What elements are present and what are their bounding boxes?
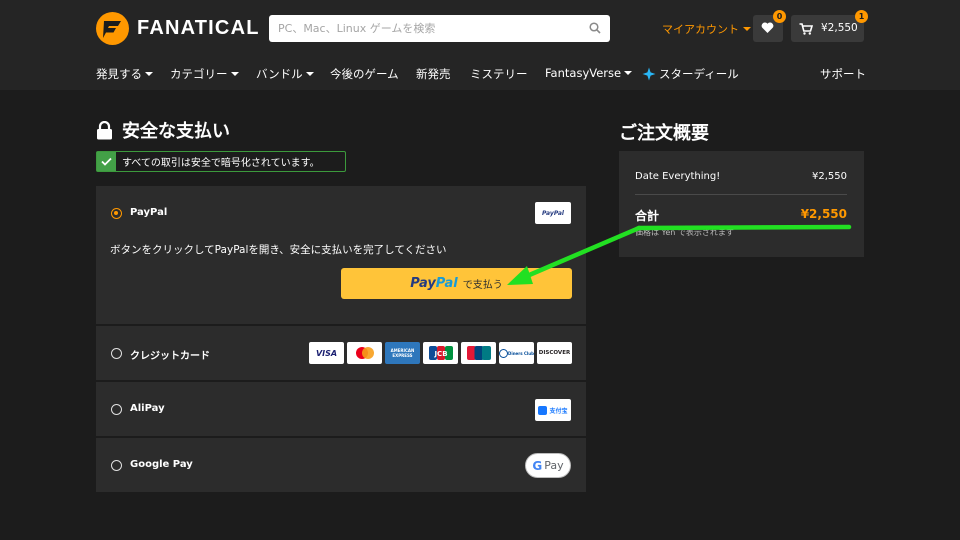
- discover-icon: DISCOVER: [537, 342, 572, 364]
- nav-label: カテゴリー: [170, 67, 228, 81]
- nav-item-support[interactable]: サポート: [820, 66, 866, 82]
- card-label: VISA: [315, 348, 338, 358]
- chevron-down-icon: [743, 27, 751, 31]
- nav-label: バンドル: [256, 67, 303, 81]
- google-pay-word: Pay: [544, 459, 564, 472]
- paypal-word-part: Pal: [435, 276, 458, 291]
- payment-option-google-pay[interactable]: Google Pay G Pay: [96, 438, 586, 492]
- secure-notice-text: すべての取引は安全で暗号化されています。: [122, 158, 320, 169]
- paypal-logo: PayPal: [535, 202, 571, 224]
- account-menu[interactable]: マイアカウント: [662, 21, 751, 37]
- google-pay-radio[interactable]: [111, 460, 122, 471]
- star-deal-icon: [642, 67, 656, 81]
- check-icon: [97, 152, 116, 171]
- nav-label: FantasyVerse: [545, 66, 622, 80]
- unionpay-icon: [461, 342, 496, 364]
- paypal-logo-text: PayPal: [542, 209, 564, 217]
- chevron-down-icon: [230, 72, 239, 76]
- nav-item-fantasyverse[interactable]: FantasyVerse: [545, 66, 633, 80]
- order-line-item: Date Everything! ¥2,550: [635, 171, 847, 182]
- cart-button[interactable]: ¥2,550 1: [791, 10, 868, 42]
- nav-label: 今後のゲーム: [330, 67, 399, 81]
- nav-label: サポート: [820, 67, 866, 81]
- paypal-instruction: ボタンをクリックしてPayPalを開き、安全に支払いを完了してください: [110, 244, 447, 256]
- divider: [635, 194, 847, 195]
- total-label: 合計: [635, 209, 660, 223]
- page-title-text: 安全な支払い: [122, 121, 230, 142]
- total-value: ¥2,550: [800, 207, 847, 221]
- card-label: DISCOVER: [538, 350, 571, 356]
- main-nav: 発見する カテゴリー バンドル 今後のゲーム 新発売 ミステリー Fantasy…: [96, 66, 866, 82]
- paypal-button-suffix: で支払う: [462, 280, 503, 291]
- cart-icon: [799, 23, 813, 35]
- payment-option-label: クレジットカード: [130, 351, 210, 362]
- nav-label: スターディール: [659, 67, 739, 81]
- search-icon[interactable]: [589, 22, 601, 34]
- svg-text:JCB: JCB: [433, 350, 447, 358]
- search-input[interactable]: [269, 15, 581, 42]
- card-logos: VISA AMERICAN EXPRESS JCB Diners Club DI…: [309, 342, 572, 364]
- nav-item-upcoming[interactable]: 今後のゲーム: [330, 66, 399, 82]
- heart-icon: [761, 22, 774, 33]
- fanatical-logo-icon: [96, 12, 129, 45]
- order-summary-panel: Date Everything! ¥2,550 合計 ¥2,550 価格は Ye…: [619, 151, 864, 257]
- nav-label: ミステリー: [470, 67, 528, 81]
- amex-icon: AMERICAN EXPRESS: [385, 342, 420, 364]
- paypal-radio[interactable]: [111, 208, 122, 219]
- cart-count-badge: 1: [855, 10, 868, 23]
- nav-item-discover[interactable]: 発見する: [96, 66, 153, 82]
- nav-item-mystery[interactable]: ミステリー: [470, 66, 528, 82]
- lock-icon: [97, 120, 112, 139]
- payment-option-label: PayPal: [130, 207, 168, 218]
- mastercard-icon: [347, 342, 382, 364]
- page-title: 安全な支払い: [96, 117, 230, 143]
- google-pay-logo-icon: G Pay: [525, 453, 571, 478]
- credit-card-radio[interactable]: [111, 348, 122, 359]
- chevron-down-icon: [305, 72, 314, 76]
- account-label: マイアカウント: [662, 23, 739, 36]
- paypal-word-part: Pay: [410, 276, 436, 291]
- nav-item-star-deal[interactable]: スターディール: [642, 66, 739, 82]
- payment-option-alipay[interactable]: AliPay 支付宝: [96, 382, 586, 436]
- secure-notice: すべての取引は安全で暗号化されています。: [96, 151, 346, 172]
- cart-total: ¥2,550: [821, 22, 858, 34]
- order-summary-title: ご注文概要: [619, 123, 709, 144]
- payment-option-credit-card[interactable]: クレジットカード VISA AMERICAN EXPRESS JCB Diner…: [96, 326, 586, 380]
- site-header: FANATICAL マイアカウント 0 ¥2,550 1 発見する: [0, 0, 960, 90]
- currency-note: 価格は Yen で表示されます: [635, 228, 734, 237]
- google-g-icon: G: [532, 458, 543, 473]
- search-box: [269, 15, 610, 42]
- jcb-icon: JCB: [423, 342, 458, 364]
- paypal-wordmark: PayPal: [410, 276, 457, 291]
- payment-option-label: Google Pay: [130, 459, 193, 470]
- card-label: Diners Club: [508, 350, 534, 356]
- alipay-logo-icon: 支付宝: [535, 399, 571, 421]
- wishlist-button[interactable]: 0: [753, 10, 786, 42]
- nav-label: 新発売: [416, 67, 451, 81]
- pay-with-paypal-button[interactable]: PayPal で支払う: [341, 268, 572, 299]
- chevron-down-icon: [624, 71, 633, 75]
- fanatical-logo[interactable]: FANATICAL: [96, 12, 260, 45]
- chevron-down-icon: [145, 72, 153, 76]
- wishlist-count-badge: 0: [773, 10, 786, 23]
- visa-icon: VISA: [309, 342, 344, 364]
- nav-item-categories[interactable]: カテゴリー: [170, 66, 239, 82]
- nav-label: 発見する: [96, 67, 142, 81]
- order-total-row: 合計 ¥2,550: [635, 207, 847, 224]
- item-name: Date Everything!: [635, 171, 721, 182]
- nav-item-bundles[interactable]: バンドル: [256, 66, 314, 82]
- payment-option-label: AliPay: [130, 403, 165, 414]
- item-price: ¥2,550: [812, 171, 847, 182]
- alipay-logo-text: 支付宝: [549, 407, 568, 415]
- brand-name: FANATICAL: [137, 17, 260, 39]
- payment-option-paypal[interactable]: PayPal PayPal ボタンをクリックしてPayPalを開き、安全に支払い…: [96, 186, 586, 324]
- card-label: AMERICAN EXPRESS: [390, 348, 415, 358]
- alipay-radio[interactable]: [111, 404, 122, 415]
- nav-item-new-releases[interactable]: 新発売: [416, 66, 451, 82]
- diners-club-icon: Diners Club: [499, 342, 534, 364]
